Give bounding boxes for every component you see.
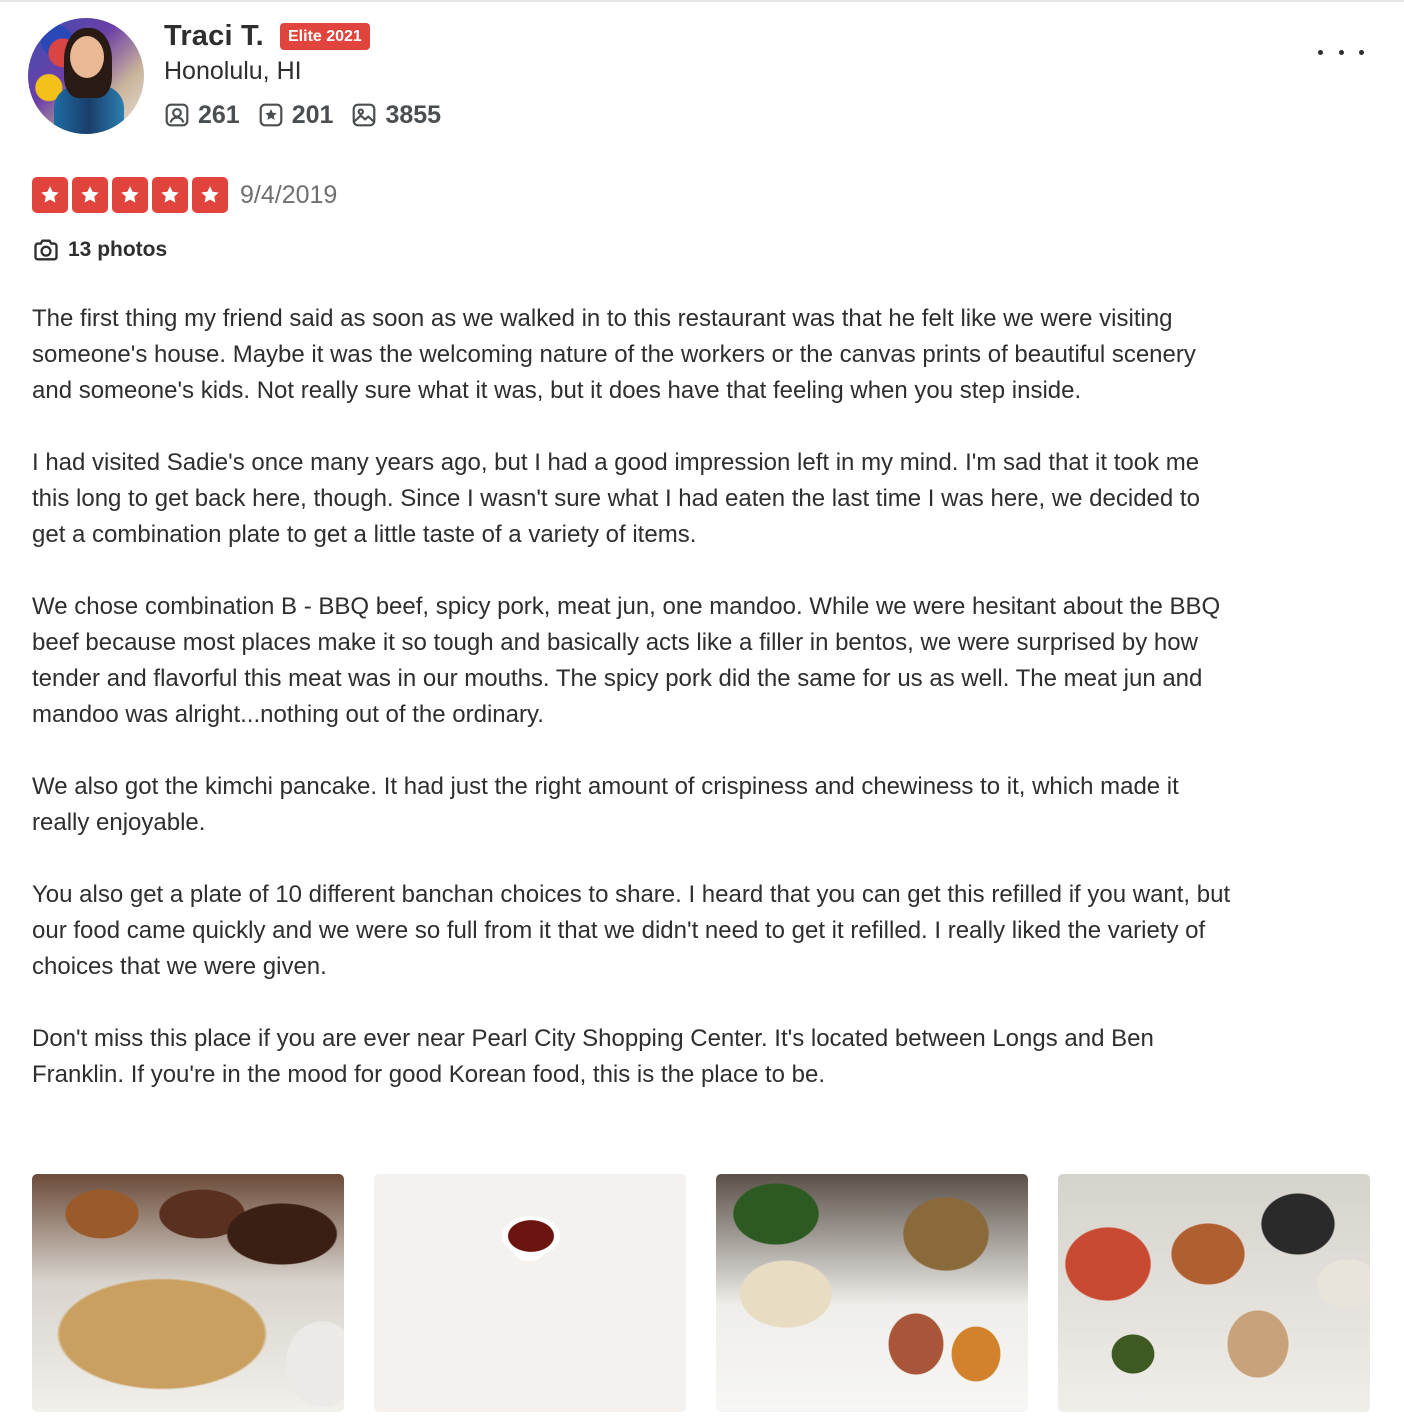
review-paragraph: The first thing my friend said as soon a…: [32, 305, 1196, 404]
review-card: Traci T. Elite 2021 Honolulu, HI 261 201: [0, 0, 1404, 1424]
friends-count: 261: [198, 101, 240, 129]
star-rating: [32, 177, 232, 213]
star-icon: [192, 177, 228, 213]
photos-count: 3855: [385, 101, 442, 129]
photos-stat: 3855: [351, 100, 441, 130]
review-paragraph: I had visited Sadie's once many years ag…: [32, 449, 1200, 548]
reviews-icon: [259, 103, 283, 127]
review-photo-combination-plate[interactable]: [32, 1174, 344, 1412]
avatar-face: [70, 36, 104, 78]
more-dot: [1359, 49, 1364, 55]
elite-badge[interactable]: Elite 2021: [280, 23, 370, 50]
photos-link-label: 13 photos: [68, 238, 168, 261]
friends-stat: 261: [164, 100, 240, 130]
reviews-count: 201: [291, 101, 334, 129]
star-icon: [72, 177, 108, 213]
review-photo-kimchi-pancake[interactable]: [374, 1174, 686, 1412]
review-paragraph: We also got the kimchi pancake. It had j…: [32, 773, 1179, 836]
more-options-icon[interactable]: [1318, 36, 1364, 68]
review-date: 9/4/2019: [240, 181, 338, 209]
star-icon: [112, 177, 148, 213]
review-photo-banchan[interactable]: [716, 1174, 1028, 1412]
dipping-sauce: [502, 1216, 560, 1256]
avatar[interactable]: [28, 18, 144, 134]
review-paragraph: We chose combination B - BBQ beef, spicy…: [32, 593, 1221, 728]
photos-link[interactable]: 13 photos: [32, 236, 167, 264]
reviews-stat: 201: [258, 100, 334, 130]
photos-icon: [353, 103, 376, 127]
more-dot: [1338, 49, 1344, 55]
reviewer-name[interactable]: Traci T.: [164, 18, 264, 54]
more-dot: [1318, 49, 1323, 55]
review-paragraph: You also get a plate of 10 different ban…: [32, 881, 1231, 980]
camera-icon: [34, 239, 58, 261]
friends-icon: [165, 103, 189, 127]
star-icon: [152, 177, 188, 213]
reviewer-location: Honolulu, HI: [164, 57, 302, 85]
review-paragraph: Don't miss this place if you are ever ne…: [32, 1025, 1154, 1088]
reviewer-stats: 261 201 3855: [164, 100, 459, 130]
star-icon: [32, 177, 68, 213]
review-photo-banchan-2[interactable]: [1058, 1174, 1370, 1412]
review-body: The first thing my friend said as soon a…: [32, 301, 1232, 1129]
